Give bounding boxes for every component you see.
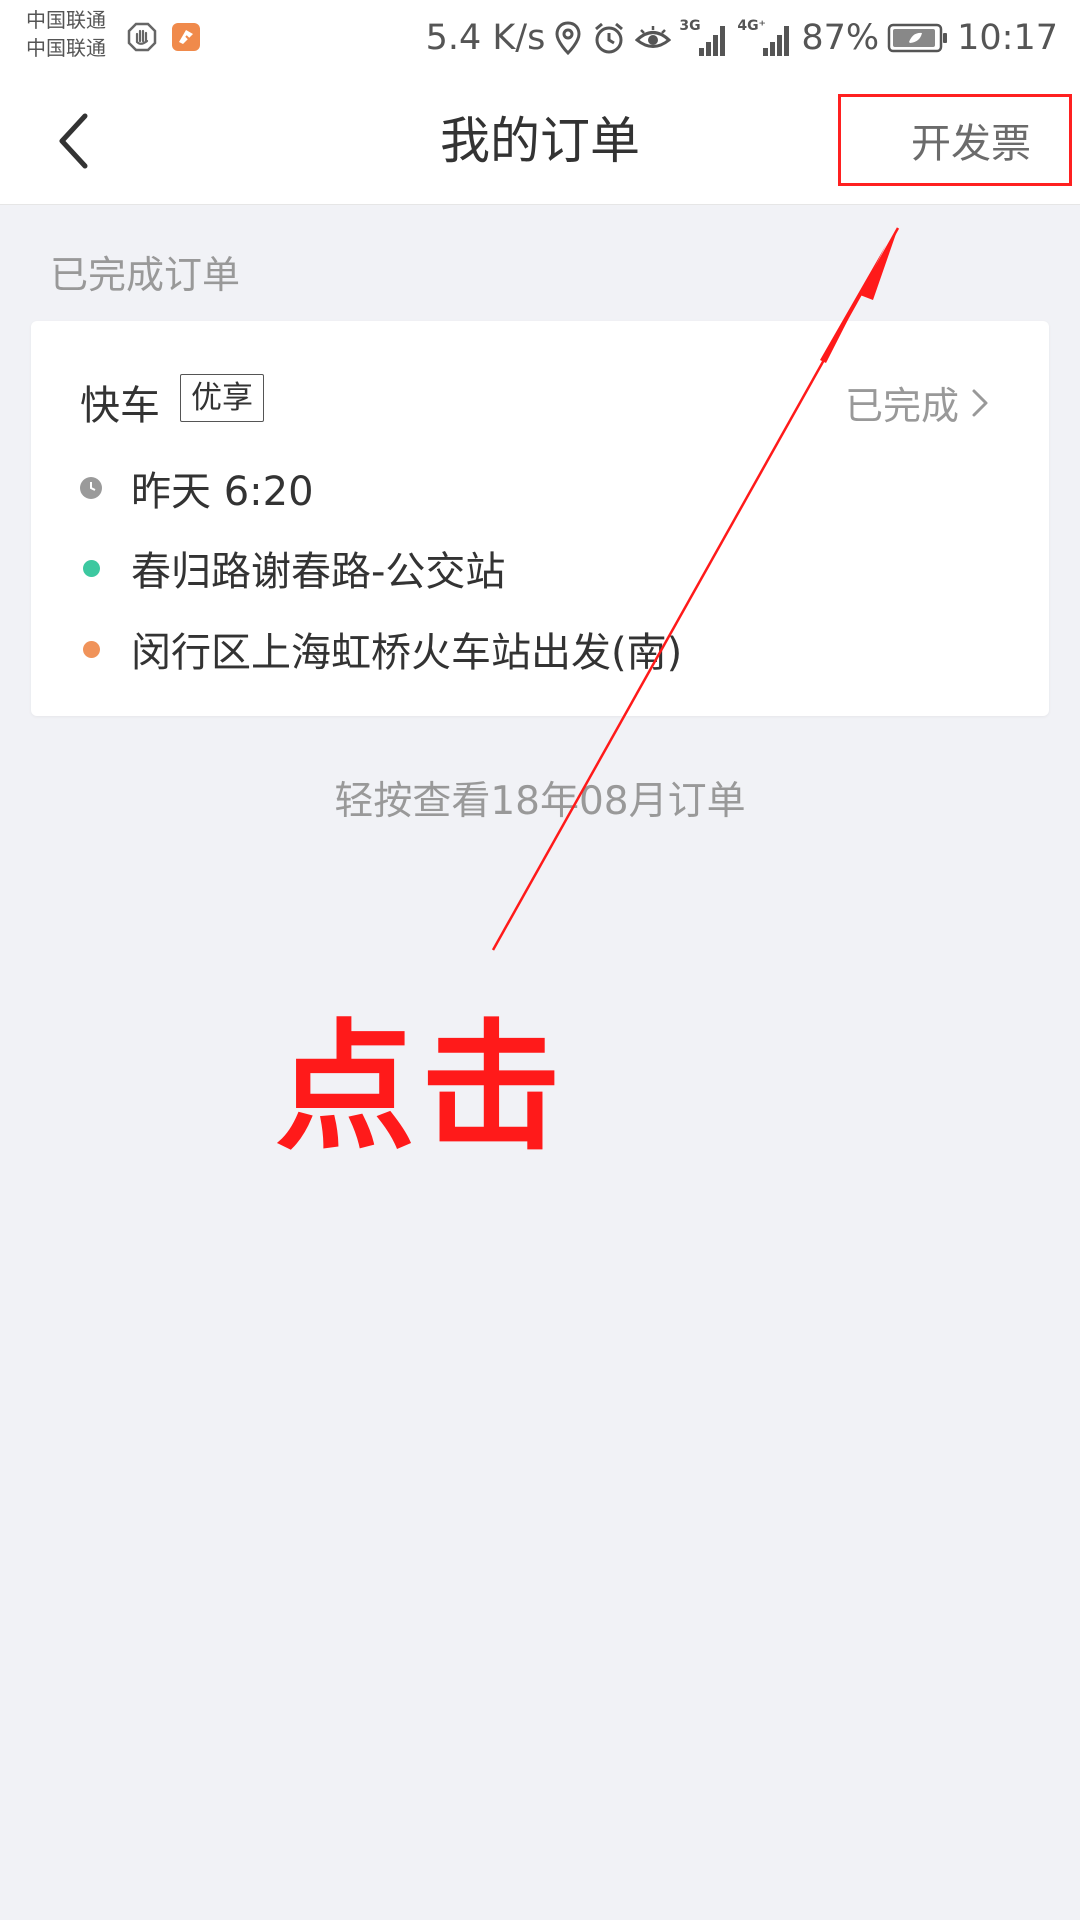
orange-app-icon <box>172 23 200 51</box>
eye-icon <box>635 26 672 48</box>
start-dot-icon <box>82 559 100 577</box>
signal-3g-icon: 3G <box>679 18 729 58</box>
invoice-label: 开发票 <box>911 121 1031 167</box>
section-title: 已完成订单 <box>50 253 241 297</box>
carrier-info: 中国联通 中国联通 <box>26 6 106 62</box>
clock: 10:17 <box>957 18 1058 58</box>
order-time-row: 昨天 6:20 <box>79 460 314 516</box>
order-end-row: 闵行区上海虹桥火车站出发(南) <box>79 621 682 677</box>
order-status: 已完成 <box>845 375 991 430</box>
order-card[interactable]: 快车 优享 已完成 昨天 6:20 春归路谢春路-公交站 闵行区上海虹桥火车站出… <box>31 321 1049 716</box>
order-start: 春归路谢春路-公交站 <box>131 549 506 595</box>
carrier-1: 中国联通 <box>26 8 106 32</box>
annotation-text: 点击 <box>275 1007 568 1170</box>
battery-percent: 87% <box>801 18 880 58</box>
service-tag: 优享 <box>180 374 264 422</box>
order-start-row: 春归路谢春路-公交站 <box>79 540 505 596</box>
service-type: 快车 <box>80 383 160 429</box>
battery-icon <box>887 23 948 53</box>
order-time: 昨天 6:20 <box>131 469 314 515</box>
carrier-2: 中国联通 <box>26 36 106 60</box>
status-bar: 中国联通 中国联通 5.4 K/s 3G 4G⁺ 87% 10:17 <box>0 0 1080 76</box>
clock-icon <box>80 477 102 499</box>
status-right-group: 5.4 K/s 3G 4G⁺ 87% 10:17 <box>426 10 1058 66</box>
end-dot-icon <box>82 640 100 658</box>
signal-4g-icon: 4G⁺ <box>737 18 793 58</box>
hand-app-icon <box>127 22 157 52</box>
order-status-label: 已完成 <box>844 384 959 428</box>
nav-bar: 我的订单 开发票 <box>0 76 1080 205</box>
alarm-icon <box>595 22 624 54</box>
invoice-button[interactable]: 开发票 <box>838 94 1072 186</box>
net-speed: 5.4 K/s <box>425 18 546 58</box>
chevron-right-icon <box>972 389 988 416</box>
order-end: 闵行区上海虹桥火车站出发(南) <box>131 630 683 676</box>
location-icon <box>555 21 581 56</box>
view-more-orders-link[interactable]: 轻按查看18年08月订单 <box>0 770 1080 826</box>
